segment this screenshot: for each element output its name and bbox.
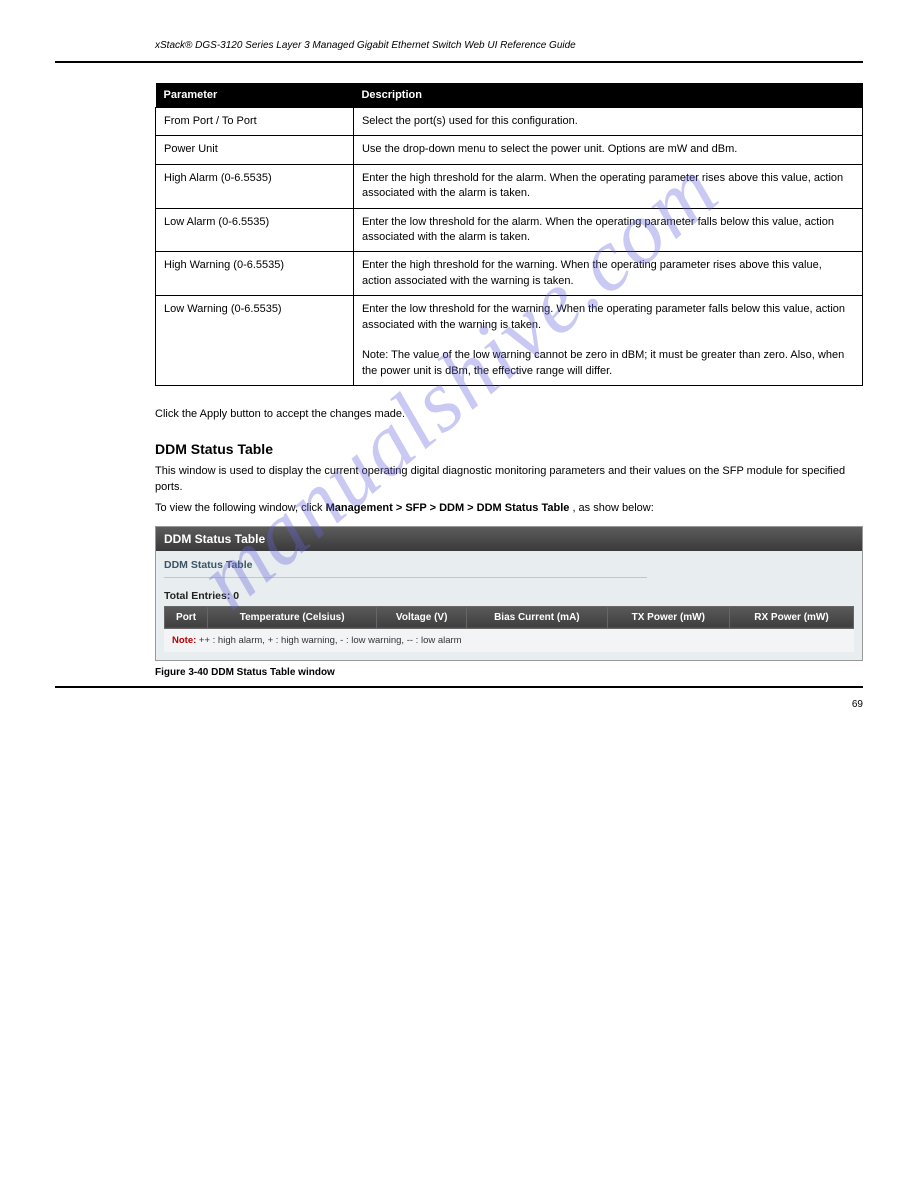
col-rx-power: RX Power (mW): [729, 606, 853, 628]
nav-path-bold: Management > SFP > DDM > DDM Status Tabl…: [326, 502, 570, 514]
table-row: From Port / To Port Select the port(s) u…: [156, 108, 863, 136]
table-row: Power Unit Use the drop-down menu to sel…: [156, 136, 863, 164]
param-header-parameter: Parameter: [156, 83, 354, 108]
nav-path: To view the following window, click Mana…: [155, 502, 863, 514]
header-line: xStack® DGS-3120 Series Layer 3 Managed …: [55, 40, 863, 51]
table-row: High Warning (0-6.5535) Enter the high t…: [156, 252, 863, 296]
top-rule: [55, 61, 863, 63]
desc-cell: Enter the high threshold for the warning…: [353, 252, 862, 296]
desc-cell: Use the drop-down menu to select the pow…: [353, 136, 862, 164]
desc-cell: Select the port(s) used for this configu…: [353, 108, 862, 136]
desc-cell: Enter the high threshold for the alarm. …: [353, 164, 862, 208]
parameter-table: Parameter Description From Port / To Por…: [155, 83, 863, 386]
table-row: Low Warning (0-6.5535) Enter the low thr…: [156, 296, 863, 386]
desc-cell: Enter the low threshold for the alarm. W…: [353, 208, 862, 252]
col-voltage: Voltage (V): [377, 606, 467, 628]
bottom-rule: [55, 686, 863, 688]
ddm-titlebar: DDM Status Table: [156, 527, 862, 551]
col-port: Port: [165, 606, 208, 628]
ddm-screenshot: DDM Status Table DDM Status Table Total …: [155, 526, 863, 661]
ddm-subtitle: DDM Status Table: [164, 559, 854, 571]
figure-caption: Figure 3-40 DDM Status Table window: [155, 667, 863, 678]
param-cell: High Warning (0-6.5535): [156, 252, 354, 296]
divider: [164, 577, 647, 578]
ddm-note: Note: ++ : high alarm, + : high warning,…: [164, 629, 854, 652]
param-header-description: Description: [353, 83, 862, 108]
note-label: Note:: [172, 635, 196, 646]
note-text: ++ : high alarm, + : high warning, - : l…: [199, 635, 462, 646]
col-tx-power: TX Power (mW): [607, 606, 729, 628]
param-cell: Power Unit: [156, 136, 354, 164]
col-bias-current: Bias Current (mA): [467, 606, 608, 628]
apply-text: Click the Apply button to accept the cha…: [155, 406, 863, 423]
param-cell: Low Alarm (0-6.5535): [156, 208, 354, 252]
table-row: High Alarm (0-6.5535) Enter the high thr…: [156, 164, 863, 208]
page-number: 69: [852, 699, 863, 710]
param-cell: High Alarm (0-6.5535): [156, 164, 354, 208]
ddm-total-entries: Total Entries: 0: [164, 586, 854, 606]
nav-prefix: To view the following window, click: [155, 502, 326, 514]
param-cell: Low Warning (0-6.5535): [156, 296, 354, 386]
col-temperature: Temperature (Celsius): [208, 606, 377, 628]
section-title: DDM Status Table: [155, 441, 863, 457]
section-description: This window is used to display the curre…: [155, 463, 863, 496]
table-row: Low Alarm (0-6.5535) Enter the low thres…: [156, 208, 863, 252]
ddm-status-table: Port Temperature (Celsius) Voltage (V) B…: [164, 606, 854, 629]
desc-cell: Enter the low threshold for the warning.…: [353, 296, 862, 386]
param-cell: From Port / To Port: [156, 108, 354, 136]
nav-suffix: , as show below:: [572, 502, 653, 514]
